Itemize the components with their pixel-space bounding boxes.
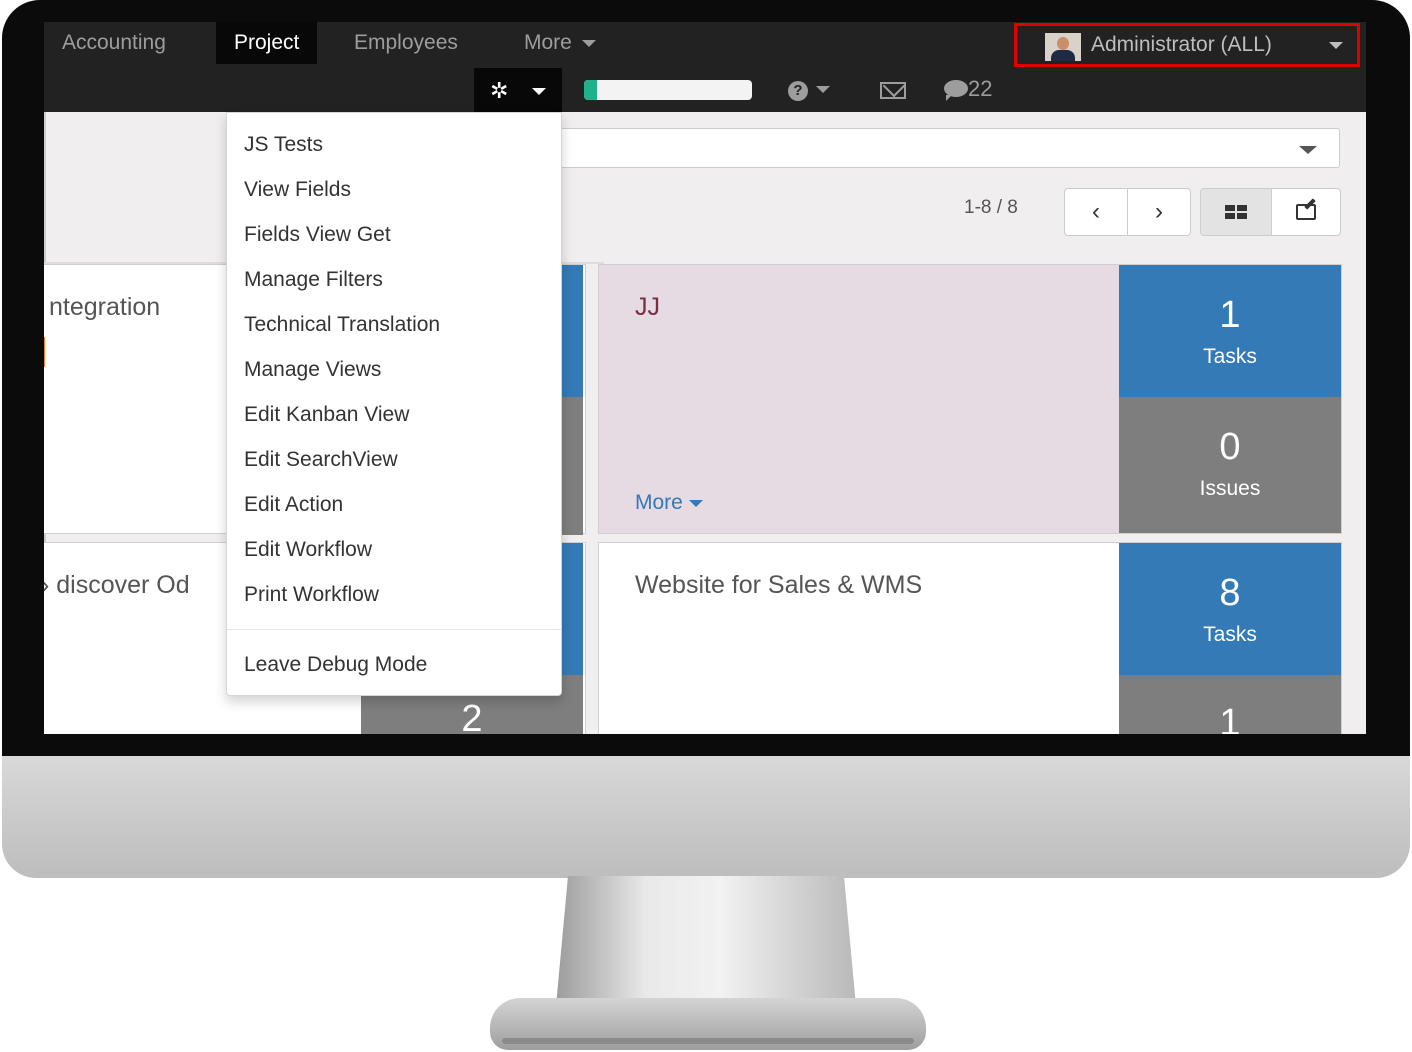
screen: Accounting Project Employees More Admini… (44, 22, 1366, 734)
nav-project[interactable]: Project (216, 22, 318, 64)
more-label: More (635, 491, 683, 514)
form-view-button[interactable] (1271, 189, 1340, 235)
chevron-down-icon (1329, 42, 1343, 49)
top-navbar: Accounting Project Employees More Admini… (44, 22, 1366, 112)
menu-item-fields-view-get[interactable]: Fields View Get (244, 223, 391, 247)
tasks-count: 8 (1219, 572, 1241, 614)
menu-item-leave-debug-mode[interactable]: Leave Debug Mode (244, 653, 427, 677)
issues-stat[interactable]: 0 Issues (1119, 397, 1341, 533)
color-tag (44, 337, 45, 367)
chat-icon (944, 80, 968, 101)
menu-item-print-workflow[interactable]: Print Workflow (244, 583, 379, 607)
chevron-down-icon (532, 88, 546, 95)
menu-item-manage-filters[interactable]: Manage Filters (244, 268, 383, 292)
pager-value: 1-8 / 8 (964, 197, 1018, 218)
chevron-down-icon (688, 499, 703, 507)
project-card-website[interactable]: Website for Sales & WMS 8 Tasks 1 (598, 542, 1342, 734)
chat-count: 22 (968, 76, 993, 101)
card-title: › discover Od (44, 571, 190, 599)
chat-button[interactable]: 22 (944, 76, 992, 102)
nav-more-label: More (524, 31, 572, 54)
menu-item-js-tests[interactable]: JS Tests (244, 133, 323, 157)
monitor-stand-neck (556, 876, 856, 1006)
help-menu[interactable]: ? (788, 78, 830, 101)
avatar (1045, 33, 1081, 61)
user-name: Administrator (ALL) (1091, 33, 1272, 56)
mail-icon[interactable] (880, 82, 906, 99)
progress-fill (584, 80, 598, 100)
tasks-label: Tasks (1203, 623, 1257, 646)
issues-stat[interactable]: 1 (1119, 675, 1341, 734)
nav-accounting[interactable]: Accounting (44, 22, 184, 64)
menu-item-edit-action[interactable]: Edit Action (244, 493, 343, 517)
progress-bar (584, 80, 752, 100)
card-title: Website for Sales & WMS (635, 571, 923, 599)
menu-item-manage-views[interactable]: Manage Views (244, 358, 381, 382)
help-icon: ? (788, 81, 808, 101)
menu-item-technical-translation[interactable]: Technical Translation (244, 313, 440, 337)
project-card-jj[interactable]: JJ More 1 Tasks 0 Issues (598, 264, 1342, 534)
tasks-label: Tasks (1203, 345, 1257, 368)
card-title: ntegration (49, 293, 161, 321)
menu-item-edit-workflow[interactable]: Edit Workflow (244, 538, 372, 562)
card-more-link[interactable]: More (635, 491, 703, 515)
search-input[interactable] (514, 128, 1340, 168)
debug-dropdown-menu: JS Tests View Fields Fields View Get Man… (226, 112, 562, 696)
monitor-chin (2, 756, 1410, 878)
menu-item-edit-kanban-view[interactable]: Edit Kanban View (244, 403, 409, 427)
issues-label: Issues (1199, 477, 1261, 500)
tasks-stat[interactable]: 8 Tasks (1119, 543, 1341, 675)
chevron-down-icon (816, 86, 830, 94)
tasks-stat[interactable]: 1 Tasks (1119, 265, 1341, 397)
nav-more[interactable]: More (506, 22, 614, 64)
menu-item-edit-searchview[interactable]: Edit SearchView (244, 448, 398, 472)
pager-next-button[interactable]: › (1127, 189, 1190, 235)
nav-employees[interactable]: Employees (336, 22, 476, 64)
chevron-down-icon (581, 39, 596, 47)
menu-divider (227, 629, 561, 630)
chevron-right-icon: › (1155, 198, 1163, 225)
pager-buttons: ‹ › (1064, 188, 1191, 236)
bug-icon: ✲ (490, 78, 509, 103)
pager-previous-button[interactable]: ‹ (1065, 189, 1127, 235)
kanban-view-button[interactable] (1201, 189, 1271, 235)
card-title: JJ (635, 293, 660, 321)
kanban-icon (1225, 205, 1247, 219)
debug-menu-button[interactable]: ✲ (474, 68, 562, 112)
monitor-stand-base (490, 998, 926, 1050)
search-options-caret-icon[interactable] (1299, 146, 1317, 154)
tasks-count: 1 (1219, 294, 1241, 336)
user-menu[interactable]: Administrator (ALL) (1014, 23, 1360, 67)
issues-count: 1 (1219, 702, 1241, 734)
menu-item-view-fields[interactable]: View Fields (244, 178, 351, 202)
chevron-left-icon: ‹ (1092, 198, 1100, 225)
edit-icon (1296, 204, 1316, 220)
issues-count: 0 (1219, 426, 1241, 468)
view-switcher (1200, 188, 1341, 236)
